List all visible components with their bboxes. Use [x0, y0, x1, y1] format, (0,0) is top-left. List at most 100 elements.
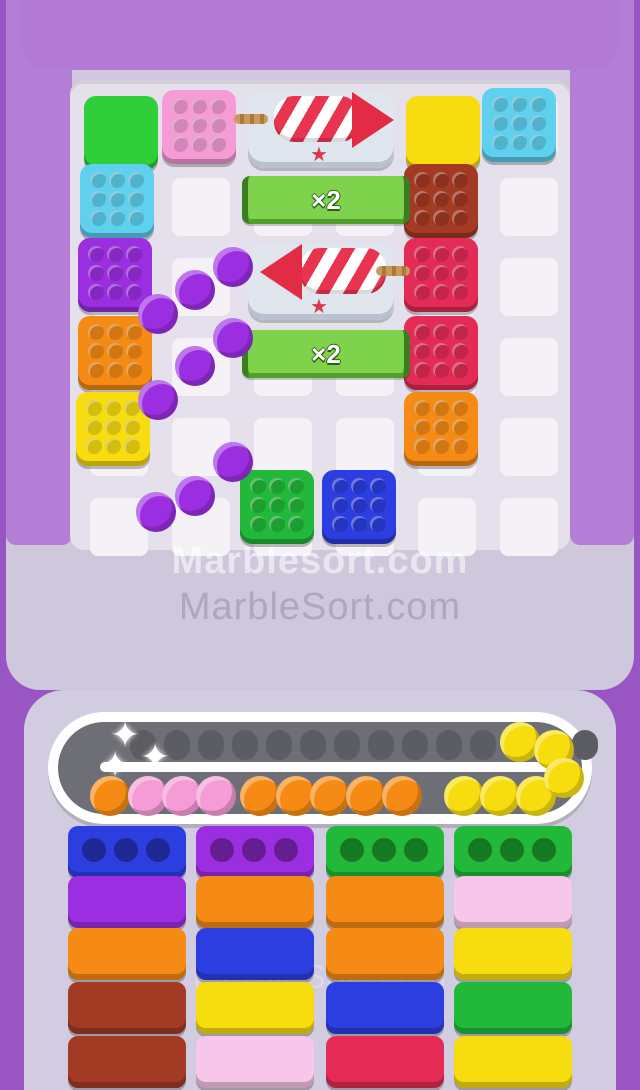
rocket-rope [376, 266, 410, 276]
pop-block[interactable] [404, 238, 478, 312]
bubble [107, 324, 123, 340]
pop-block[interactable] [404, 316, 478, 390]
sparkle-icon: ✦ [140, 736, 171, 777]
marble-bin[interactable] [68, 1036, 186, 1088]
marble-bin[interactable] [68, 876, 186, 928]
marble-bin[interactable] [68, 982, 186, 1034]
pop-block[interactable] [404, 392, 478, 466]
rocket-nose [260, 244, 302, 300]
bubble [191, 98, 207, 114]
conveyor-slot [198, 730, 224, 760]
bin-hole [114, 838, 138, 862]
bubble [210, 136, 226, 152]
conveyor-marble [480, 776, 520, 816]
bubble [452, 400, 468, 416]
marble-bin[interactable] [326, 876, 444, 928]
bubble [452, 191, 468, 207]
marble-bin[interactable] [196, 982, 314, 1034]
pop-block[interactable] [78, 238, 152, 312]
frame-left-wall [6, 0, 72, 545]
block-bubbles [250, 478, 304, 532]
pop-block[interactable] [162, 90, 236, 164]
pop-block[interactable] [240, 470, 314, 544]
bubble [88, 284, 104, 300]
marble [175, 346, 215, 386]
bubble [191, 136, 207, 152]
marble-bin-target[interactable] [454, 826, 572, 878]
bubble [414, 265, 430, 281]
bubble [107, 265, 123, 281]
bin-hole [468, 838, 492, 862]
conveyor-marble [544, 758, 584, 798]
marble-bin[interactable] [326, 928, 444, 980]
bubble [128, 210, 144, 226]
pop-block[interactable] [80, 164, 154, 238]
marble-bin[interactable] [454, 876, 572, 928]
bubble [492, 115, 508, 131]
bubble [370, 478, 386, 494]
bubble [288, 497, 304, 513]
marble-bin[interactable] [196, 928, 314, 980]
marble [213, 442, 253, 482]
bubble [210, 117, 226, 133]
bubble [332, 497, 348, 513]
bubble [126, 246, 142, 262]
bubble [107, 362, 123, 378]
multiplier-x2: ×2 [242, 176, 410, 224]
pop-block[interactable] [322, 470, 396, 544]
bubble [351, 497, 367, 513]
bubble [269, 478, 285, 494]
bubble [452, 284, 468, 300]
block-bubbles [86, 400, 140, 454]
rocket-rope [234, 114, 268, 124]
bubble [128, 172, 144, 188]
conveyor-slot [232, 730, 258, 760]
bubble [511, 115, 527, 131]
marble [138, 294, 178, 334]
bubble [109, 210, 125, 226]
block-bubbles [492, 96, 546, 150]
marble-bin-target[interactable] [326, 826, 444, 878]
marble-bin[interactable] [68, 928, 186, 980]
marble-bin[interactable] [454, 982, 572, 1034]
bubble [414, 246, 430, 262]
bubble [452, 362, 468, 378]
bubble [433, 210, 449, 226]
bubble [128, 191, 144, 207]
bubble [126, 265, 142, 281]
marble-bin[interactable] [454, 1036, 572, 1088]
marble-bin[interactable] [326, 982, 444, 1034]
bubble [105, 400, 121, 416]
bubble [88, 324, 104, 340]
pop-block[interactable] [482, 88, 556, 162]
sparkle-icon: ✦ [100, 744, 131, 785]
conveyor-slot [572, 730, 598, 760]
marble-bin[interactable] [196, 1036, 314, 1088]
solid-block[interactable] [84, 96, 158, 170]
pop-block[interactable] [404, 164, 478, 238]
bubble [414, 210, 430, 226]
bin-hole [146, 838, 170, 862]
bubble [530, 134, 546, 150]
bubble [250, 478, 266, 494]
block-bubbles [414, 400, 468, 454]
bubble [172, 98, 188, 114]
frame-right-wall [570, 0, 634, 545]
marble-bin-target[interactable] [68, 826, 186, 878]
bubble [492, 134, 508, 150]
bubble [86, 419, 102, 435]
marble-bin[interactable] [454, 928, 572, 980]
marble-bin[interactable] [326, 1036, 444, 1088]
block-bubbles [414, 172, 468, 226]
conveyor-marble [196, 776, 236, 816]
bubble [452, 210, 468, 226]
block-bubbles [414, 246, 468, 300]
marble-bin[interactable] [196, 876, 314, 928]
pop-block[interactable] [78, 316, 152, 390]
block-bubbles [172, 98, 226, 152]
solid-block[interactable] [406, 96, 480, 170]
watermark-primary: Marblesort.com [171, 540, 469, 582]
conveyor-slot [266, 730, 292, 760]
marble-bin-target[interactable] [196, 826, 314, 878]
bubble [250, 497, 266, 513]
